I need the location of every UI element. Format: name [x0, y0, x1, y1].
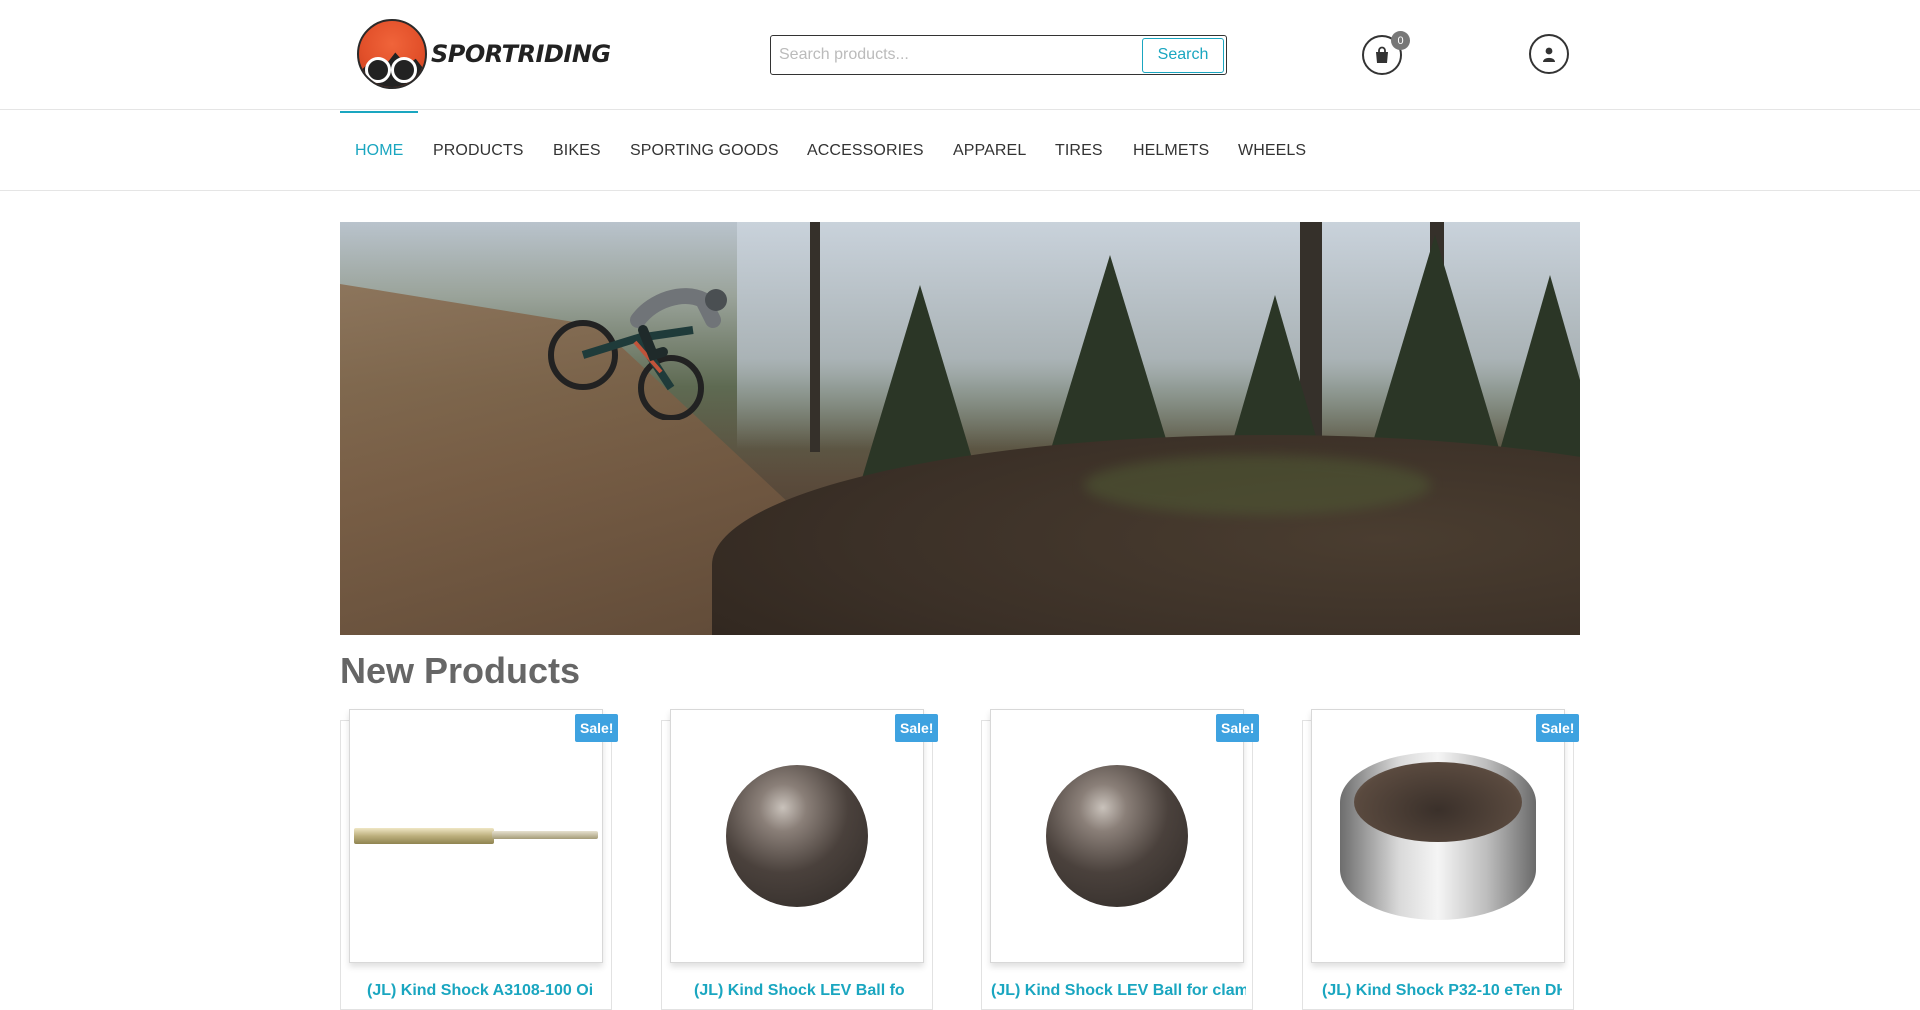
sale-badge: Sale! — [895, 714, 939, 742]
nav-item-sporting-goods[interactable]: SPORTING GOODS — [630, 111, 779, 190]
nav-item-home[interactable]: HOME — [355, 111, 403, 190]
logo-badge-icon — [357, 19, 427, 89]
product-image[interactable] — [990, 709, 1244, 963]
search-button[interactable]: Search — [1142, 37, 1224, 73]
steel-ball-image — [726, 765, 868, 907]
nav-item-products[interactable]: PRODUCTS — [433, 111, 524, 190]
nav-item-accessories[interactable]: ACCESSORIES — [807, 111, 924, 190]
steel-ball-image — [1046, 765, 1188, 907]
user-icon — [1543, 47, 1555, 62]
site-logo[interactable]: SPORTRIDING — [357, 18, 617, 90]
shopping-bag-icon — [1376, 46, 1388, 63]
nav-item-bikes[interactable]: BIKES — [553, 111, 601, 190]
product-title[interactable]: (JL) Kind Shock A3108-100 Oil — [367, 982, 592, 1002]
cart-count-badge: 0 — [1391, 31, 1410, 50]
search-input[interactable] — [777, 38, 1142, 72]
nav-item-helmets[interactable]: HELMETS — [1133, 111, 1209, 190]
main-nav: HOME PRODUCTS BIKES SPORTING GOODS ACCES… — [0, 111, 1920, 191]
shock-rod-image — [354, 825, 598, 847]
product-title[interactable]: (JL) Kind Shock P32-10 eTen DH — [1322, 982, 1562, 1002]
bushing-image — [1340, 752, 1536, 920]
site-header: SPORTRIDING Search 0 — [0, 0, 1920, 110]
section-title-new-products: New Products — [340, 650, 581, 691]
mountain-biker-image — [548, 288, 727, 420]
product-image[interactable] — [670, 709, 924, 963]
hero-banner — [340, 222, 1580, 635]
search-form: Search — [770, 35, 1227, 75]
product-title[interactable]: (JL) Kind Shock LEV Ball for clamp — [991, 982, 1246, 1002]
product-title[interactable]: (JL) Kind Shock LEV Ball for — [694, 982, 904, 1002]
nav-item-apparel[interactable]: APPAREL — [953, 111, 1026, 190]
sale-badge: Sale! — [575, 714, 619, 742]
product-image[interactable] — [1311, 709, 1565, 963]
sale-badge: Sale! — [1216, 714, 1260, 742]
product-image[interactable] — [349, 709, 603, 963]
nav-item-tires[interactable]: TIRES — [1055, 111, 1103, 190]
sale-badge: Sale! — [1536, 714, 1580, 742]
account-button[interactable] — [1529, 34, 1569, 74]
logo-text: SPORTRIDING — [431, 40, 611, 68]
nav-item-wheels[interactable]: WHEELS — [1238, 111, 1306, 190]
